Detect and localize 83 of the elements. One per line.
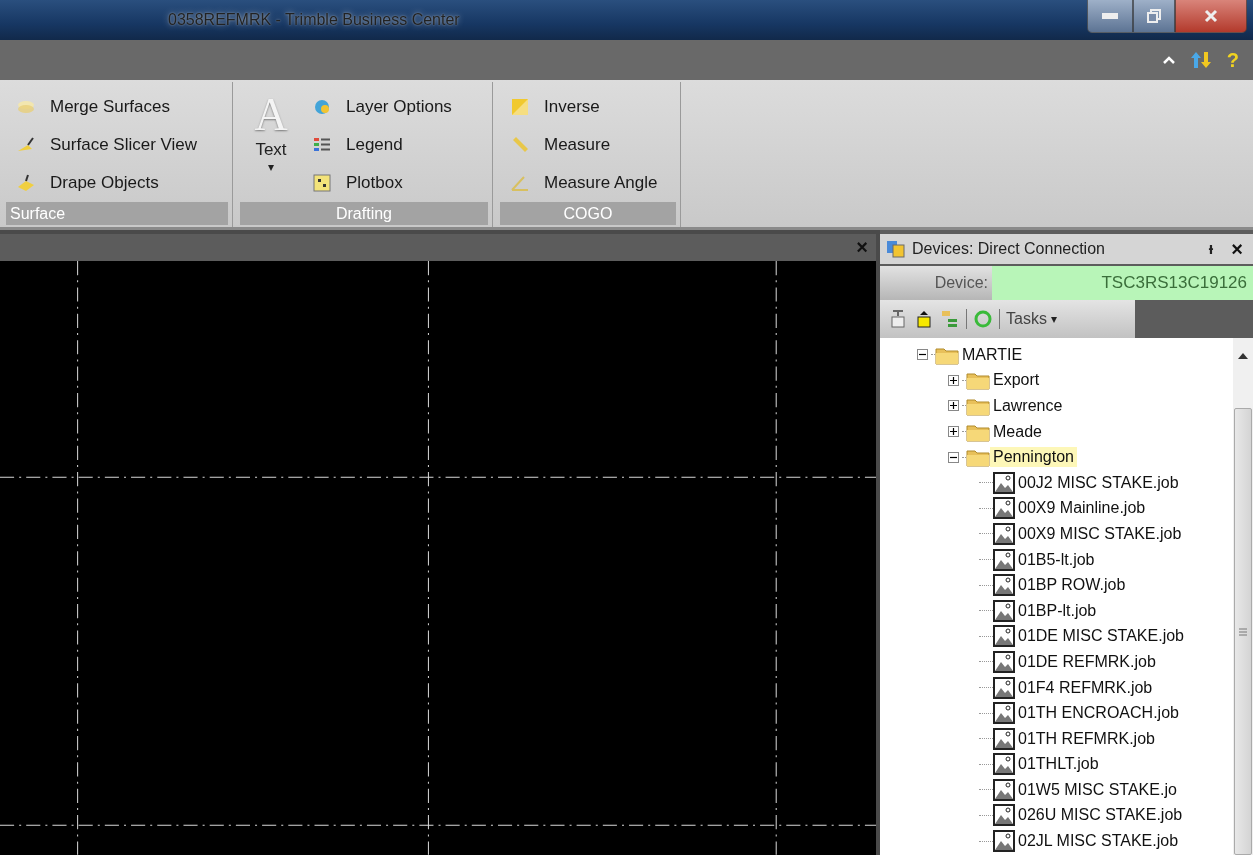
ribbon-button[interactable]: Measure Angle [500,164,658,202]
close-button[interactable] [1175,0,1247,33]
ribbon-button[interactable]: Legend [302,126,452,164]
square-icon [510,97,530,117]
image-file-icon [993,574,1015,597]
refresh-icon [973,309,993,329]
folder-icon [966,396,990,416]
image-file-icon [993,497,1015,520]
image-file-icon [993,676,1015,699]
scrollbar[interactable] [1233,338,1253,855]
sync-icon[interactable] [1190,50,1211,70]
ribbon-button[interactable]: Measure [500,126,658,164]
tree-item[interactable]: 02JL MISC STAKE.job [1015,831,1182,852]
tree-item[interactable]: 01DE REFMRK.job [1015,651,1159,672]
ribbon-button[interactable]: Merge Surfaces [6,88,198,126]
layers-icon [312,97,332,117]
minus-box-icon[interactable] [917,349,928,361]
tree-item[interactable]: Meade [990,421,1045,442]
close-button[interactable]: × [1227,237,1247,261]
image-file-icon [993,599,1015,622]
sheet-icon [16,173,36,193]
device-field[interactable]: TSC3RS13C19126 [992,266,1253,300]
collapse-icon[interactable] [1162,56,1175,64]
pin-button[interactable]: ᵼ [1200,240,1222,258]
plotbox-icon [312,173,332,193]
group-label: COGO [500,202,676,225]
ribbon-button[interactable]: Surface Slicer View [6,126,198,164]
upload-icon [914,309,934,329]
tree-item[interactable]: 01F4 REFMRK.job [1015,677,1156,698]
help-button[interactable]: ? [1226,48,1239,72]
image-file-icon [993,548,1015,571]
tree-item[interactable]: 01TH ENCROACH.job [1015,703,1182,724]
panel-title: Devices: Direct Connection [912,240,1106,258]
download-icon [888,309,908,329]
close-icon [1204,9,1218,23]
tasks-menu[interactable]: Tasks ▾ [1006,310,1057,328]
ribbon-button[interactable]: Plotbox [302,164,452,202]
tree-item[interactable]: Pennington [990,447,1077,468]
minimize-icon [1102,13,1118,19]
tree-item[interactable]: 00X9 Mainline.job [1015,498,1149,519]
tree-item[interactable]: 01W5 MISC STAKE.jo [1015,779,1180,800]
tree-item[interactable]: 01TH REFMRK.job [1015,728,1158,749]
image-file-icon [993,522,1015,545]
minus-box-icon[interactable] [948,451,959,463]
tree-item[interactable]: 01DE MISC STAKE.job [1015,626,1187,647]
devices-icon [886,239,906,259]
minimize-button[interactable] [1087,0,1133,33]
tree-item[interactable]: 026U MISC STAKE.job [1015,805,1186,826]
folder-icon [966,447,990,468]
tree-item[interactable]: 00X9 MISC STAKE.job [1015,523,1185,544]
plus-box-icon[interactable] [948,374,959,386]
tree-item[interactable]: Export [990,370,1043,391]
plus-box-icon[interactable] [948,426,959,438]
image-file-icon [993,625,1015,648]
image-file-icon [993,753,1015,776]
device-label: Device: [880,266,992,300]
tree-item[interactable]: 01BP ROW.job [1015,575,1129,596]
image-file-icon [993,702,1015,725]
folder-icon [966,370,990,391]
tree-item[interactable]: 01B5-lt.job [1015,549,1098,570]
window-title: 0358REFMRK - Trimble Business Center [168,11,460,29]
image-file-icon [993,778,1015,801]
group-label: Surface [6,202,228,225]
folder-tree-icon [940,309,960,329]
group-label: Drafting [240,202,488,225]
image-file-icon [993,804,1015,827]
tree-item[interactable]: 01THLT.job [1015,754,1102,775]
tree-item[interactable]: Lawrence [990,396,1066,416]
scroll-up-icon[interactable] [1238,352,1248,360]
image-file-icon [993,727,1015,750]
restore-button[interactable] [1133,0,1175,33]
tree-item[interactable]: MARTIE [959,344,1026,365]
tree-item[interactable]: 01BP-lt.job [1015,600,1100,621]
image-file-icon [993,471,1015,494]
ribbon-button[interactable]: Layer Options [302,88,452,126]
tree-item[interactable]: 00J2 MISC STAKE.job [1015,472,1182,493]
ribbon-button[interactable]: Drape Objects [6,164,198,202]
image-file-icon [993,650,1015,673]
plus-box-icon[interactable] [948,400,959,412]
restore-icon [1147,9,1161,23]
grip-icon [1239,627,1247,636]
text-button[interactable]: A Text ▾ [240,88,302,200]
ribbon-button[interactable]: Inverse [500,88,658,126]
